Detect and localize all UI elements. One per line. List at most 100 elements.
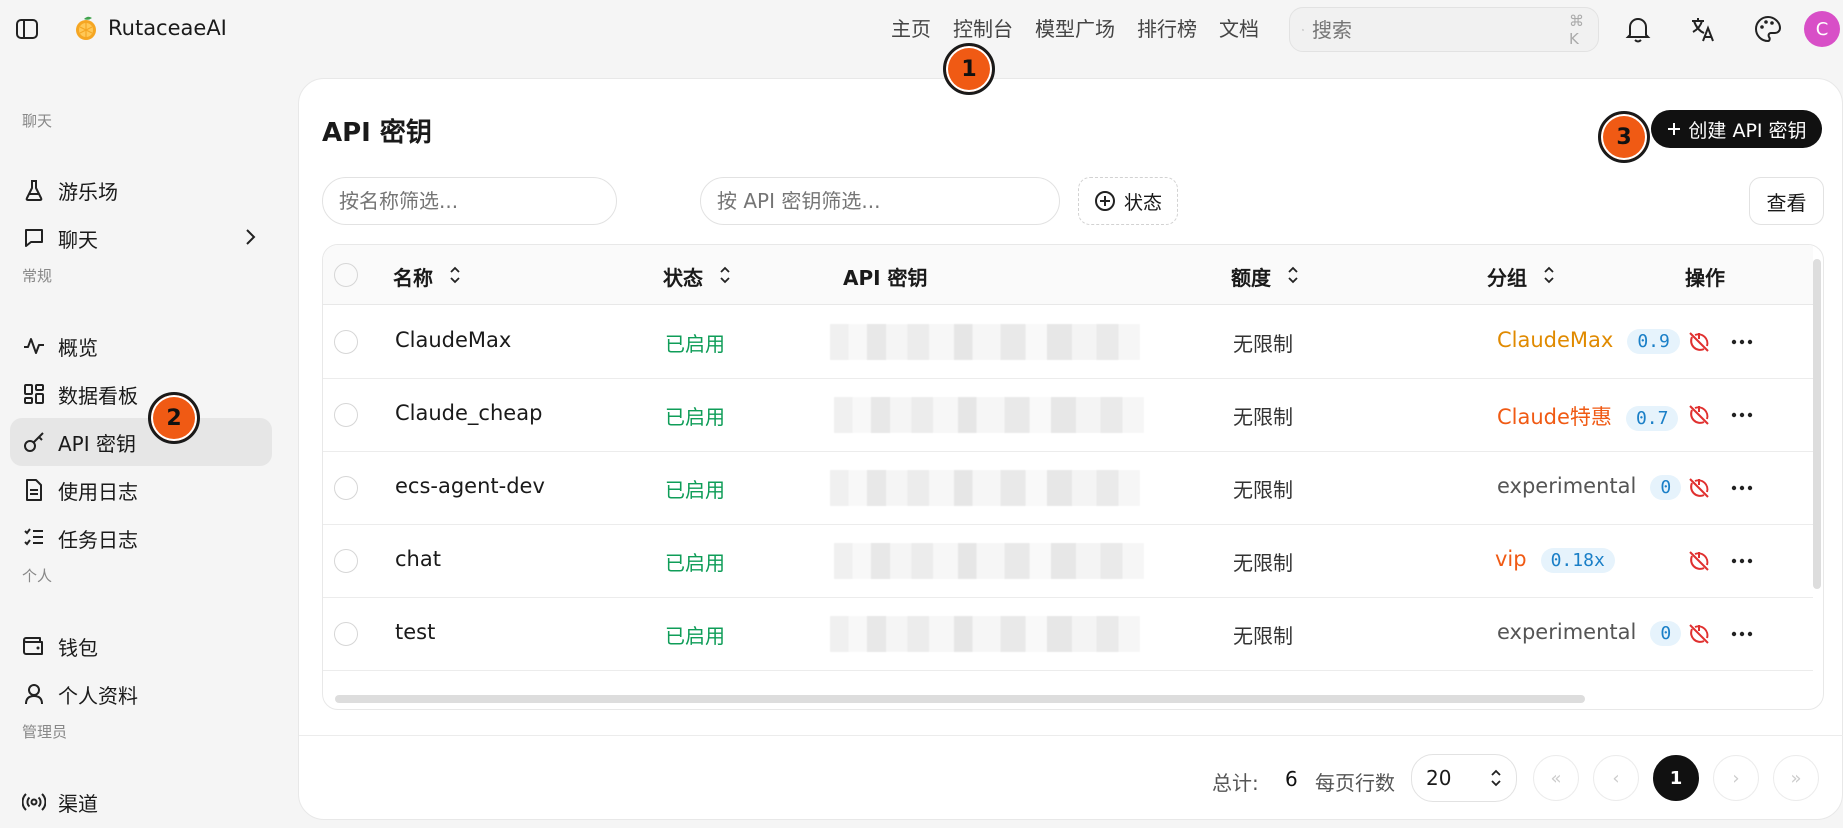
more-options-icon[interactable] bbox=[1728, 328, 1756, 356]
avatar[interactable]: C bbox=[1804, 11, 1840, 47]
nav-leaderboard[interactable]: 排行榜 bbox=[1126, 14, 1208, 44]
name-filter[interactable] bbox=[322, 177, 617, 225]
page-1-button[interactable]: 1 bbox=[1653, 755, 1699, 801]
ratio-badge: 0.18x bbox=[1540, 547, 1615, 573]
key-filter[interactable] bbox=[700, 177, 1060, 225]
masked-api-key[interactable] bbox=[830, 470, 1140, 506]
footer-divider bbox=[299, 735, 1843, 736]
sidebar-item-playground[interactable]: 游乐场 bbox=[10, 166, 272, 214]
more-options-icon[interactable] bbox=[1728, 620, 1756, 648]
sidebar-item-profile[interactable]: 个人资料 bbox=[10, 670, 272, 718]
row-checkbox[interactable] bbox=[334, 330, 358, 354]
nav-docs[interactable]: 文档 bbox=[1208, 14, 1270, 44]
header-name[interactable]: 名称 bbox=[393, 262, 461, 291]
header-quota[interactable]: 额度 bbox=[1231, 262, 1299, 291]
sidebar-item-label: API 密钥 bbox=[58, 431, 136, 456]
group-name: experimental bbox=[1497, 474, 1637, 498]
group-name: vip bbox=[1495, 547, 1527, 571]
disable-icon[interactable] bbox=[1685, 401, 1713, 429]
ratio-badge: 0 bbox=[1650, 620, 1682, 646]
annotation-marker-3: 3 bbox=[1598, 111, 1650, 163]
quota-value: 无限制 bbox=[1233, 332, 1293, 356]
per-page-value: 20 bbox=[1426, 766, 1452, 790]
header-actions: 操作 bbox=[1685, 262, 1725, 291]
disable-icon[interactable] bbox=[1685, 328, 1713, 356]
row-checkbox[interactable] bbox=[334, 622, 358, 646]
nav-console[interactable]: 控制台 bbox=[942, 14, 1024, 44]
header-api-key: API 密钥 bbox=[843, 262, 928, 291]
top-bar: RutaceaeAI 主页 控制台 模型广场 排行榜 文档 ⌘ K C bbox=[0, 0, 1843, 58]
per-page-select[interactable]: 20 bbox=[1411, 754, 1517, 802]
masked-api-key[interactable] bbox=[830, 616, 1140, 652]
sidebar-item-label: 游乐场 bbox=[58, 179, 118, 204]
sidebar-item-usage-logs[interactable]: 使用日志 bbox=[10, 466, 272, 514]
disable-icon[interactable] bbox=[1685, 620, 1713, 648]
nav-model-plaza[interactable]: 模型广场 bbox=[1024, 14, 1126, 44]
sidebar-item-chat[interactable]: 聊天 bbox=[10, 214, 272, 262]
sidebar-item-task-logs[interactable]: 任务日志 bbox=[10, 514, 272, 562]
sidebar-item-wallet[interactable]: 钱包 bbox=[10, 622, 272, 670]
select-all-checkbox[interactable] bbox=[334, 263, 358, 287]
row-checkbox[interactable] bbox=[334, 476, 358, 500]
table-row[interactable]: ecs-agent-dev 已启用 无限制 experimental 0 bbox=[323, 452, 1813, 525]
sidebar-item-overview[interactable]: 概览 bbox=[10, 322, 272, 370]
key-name: Claude_cheap bbox=[395, 401, 543, 425]
vertical-scrollbar[interactable] bbox=[1813, 259, 1821, 589]
list-check-icon bbox=[22, 526, 46, 550]
sidebar-item-dashboard[interactable]: 数据看板 bbox=[10, 370, 272, 418]
table-row[interactable]: chat 已启用 无限制 vip 0.18x bbox=[323, 525, 1813, 598]
header-status-label: 状态 bbox=[663, 266, 703, 290]
header-name-label: 名称 bbox=[393, 266, 433, 290]
group-cell: Claude特惠 0.7 bbox=[1497, 401, 1685, 431]
sidebar-item-api-keys[interactable]: API 密钥 bbox=[10, 418, 272, 466]
masked-api-key[interactable] bbox=[830, 324, 1140, 360]
last-page-button[interactable]: » bbox=[1773, 755, 1819, 801]
name-filter-input[interactable] bbox=[339, 189, 616, 213]
table-row[interactable]: ClaudeMax 已启用 无限制 ClaudeMax 0.9 bbox=[323, 306, 1813, 379]
table-row-partial bbox=[323, 671, 1813, 709]
first-page-button[interactable]: « bbox=[1533, 755, 1579, 801]
sidebar-item-label: 数据看板 bbox=[58, 383, 138, 408]
bell-icon[interactable] bbox=[1623, 14, 1653, 44]
header-group[interactable]: 分组 bbox=[1487, 262, 1555, 291]
brand[interactable]: RutaceaeAI bbox=[72, 14, 227, 42]
table-row[interactable]: test 已启用 无限制 experimental 0 bbox=[323, 598, 1813, 671]
key-name: test bbox=[395, 620, 436, 644]
row-checkbox[interactable] bbox=[334, 403, 358, 427]
search-input[interactable] bbox=[1312, 17, 1561, 42]
search-box[interactable]: ⌘ K bbox=[1289, 7, 1599, 52]
sort-icon bbox=[1543, 265, 1555, 289]
quota-value: 无限制 bbox=[1233, 624, 1293, 648]
prev-page-button[interactable]: ‹ bbox=[1593, 755, 1639, 801]
masked-api-key[interactable] bbox=[834, 543, 1144, 579]
masked-api-key[interactable] bbox=[834, 397, 1144, 433]
key-name: ClaudeMax bbox=[395, 328, 512, 352]
sidebar-toggle-icon[interactable] bbox=[15, 18, 39, 40]
next-page-button[interactable]: › bbox=[1713, 755, 1759, 801]
per-page-label: 每页行数 bbox=[1315, 771, 1395, 795]
nav-home[interactable]: 主页 bbox=[880, 14, 942, 44]
key-filter-input[interactable] bbox=[717, 189, 1059, 213]
translate-icon[interactable] bbox=[1688, 14, 1718, 44]
more-options-icon[interactable] bbox=[1728, 474, 1756, 502]
status-filter-button[interactable]: 状态 bbox=[1078, 177, 1178, 225]
create-api-key-button[interactable]: 创建 API 密钥 bbox=[1651, 110, 1822, 148]
horizontal-scrollbar[interactable] bbox=[335, 695, 1585, 703]
sidebar-item-channels[interactable]: 渠道 bbox=[10, 778, 272, 826]
view-button[interactable]: 查看 bbox=[1749, 177, 1824, 225]
sidebar-item-label: 概览 bbox=[58, 335, 98, 360]
status-badge: 已启用 bbox=[665, 332, 725, 356]
table-row[interactable]: Claude_cheap 已启用 无限制 Claude特惠 0.7 bbox=[323, 379, 1813, 452]
disable-icon[interactable] bbox=[1685, 547, 1713, 575]
key-name: ecs-agent-dev bbox=[395, 474, 545, 498]
header-status[interactable]: 状态 bbox=[663, 262, 731, 291]
row-checkbox[interactable] bbox=[334, 549, 358, 573]
group-name: experimental bbox=[1497, 620, 1637, 644]
palette-icon[interactable] bbox=[1753, 14, 1783, 44]
status-badge: 已启用 bbox=[665, 551, 725, 575]
disable-icon[interactable] bbox=[1685, 474, 1713, 502]
more-options-icon[interactable] bbox=[1728, 401, 1756, 429]
table-header: 名称 状态 API 密钥 额度 分组 操作 bbox=[323, 245, 1813, 305]
more-options-icon[interactable] bbox=[1728, 547, 1756, 575]
status-badge: 已启用 bbox=[665, 405, 725, 429]
